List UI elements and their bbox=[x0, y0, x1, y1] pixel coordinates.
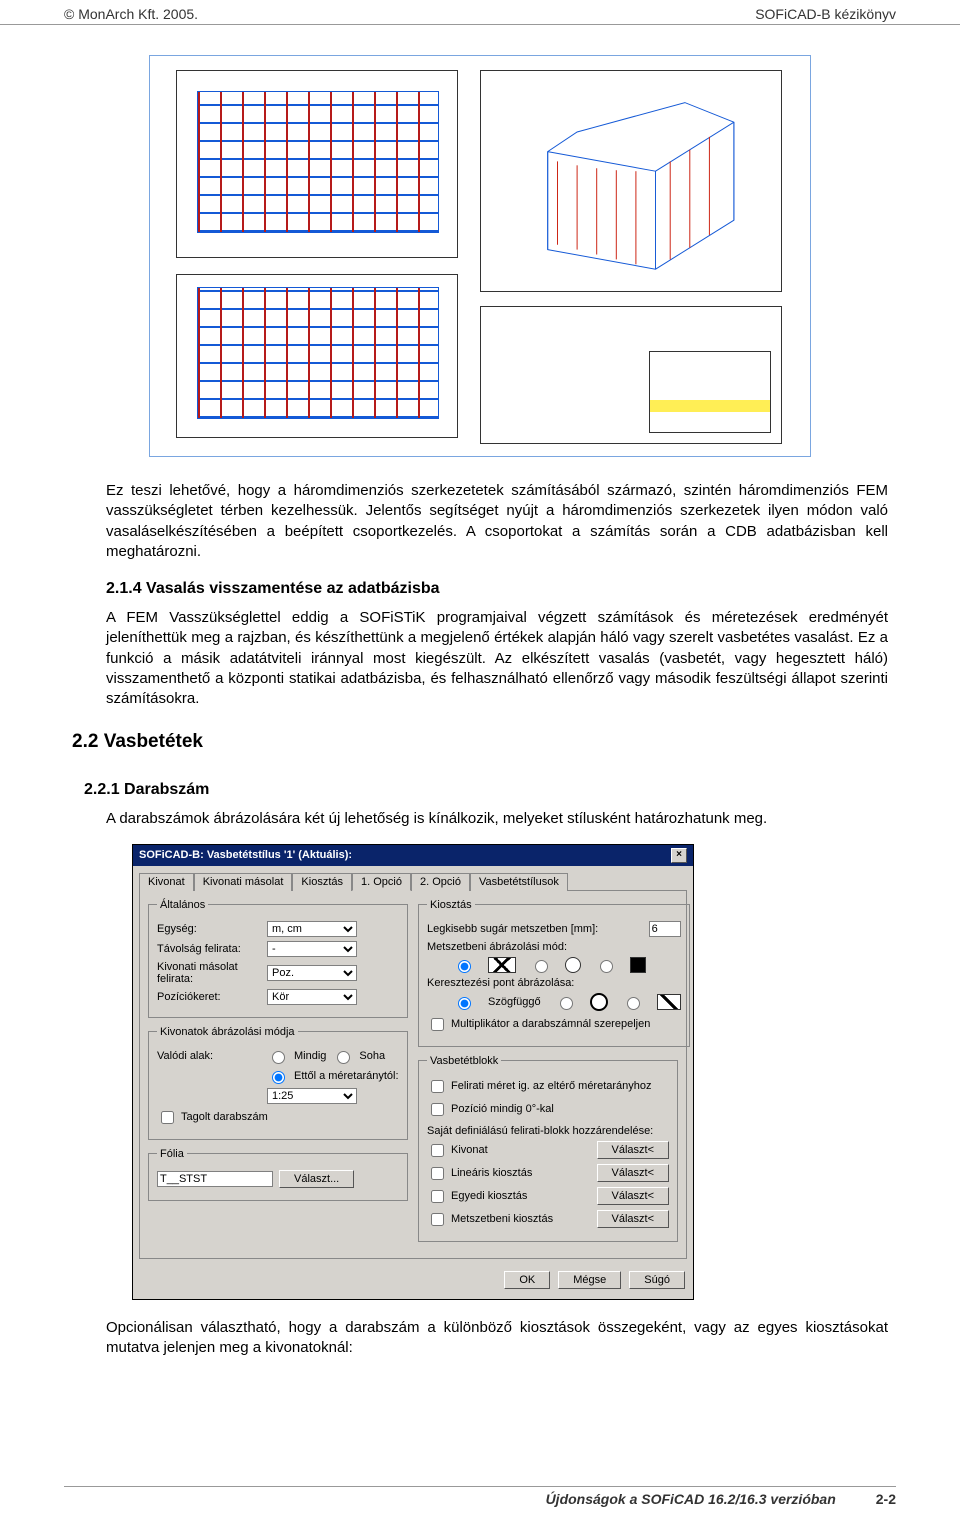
split-count-checkbox[interactable] bbox=[161, 1111, 174, 1124]
page-number: 2-2 bbox=[876, 1491, 896, 1507]
assign-kivonat-checkbox[interactable] bbox=[431, 1144, 444, 1157]
paragraph-2-1-4: A FEM Vasszükséglettel eddig a SOFiSTiK … bbox=[106, 608, 888, 709]
sectmode-radio-1[interactable] bbox=[458, 960, 471, 973]
style-dialog: SOFiCAD-B: Vasbetétstílus '1' (Aktuális)… bbox=[132, 844, 694, 1300]
copy-label-select[interactable]: Poz. bbox=[267, 965, 357, 981]
sectmode-radio-3[interactable] bbox=[600, 960, 613, 973]
position-frame-select[interactable]: Kör bbox=[267, 989, 357, 1005]
help-button[interactable]: Súgó bbox=[629, 1271, 685, 1289]
unit-select[interactable]: m, cm bbox=[267, 921, 357, 937]
tab-opcio-1[interactable]: 1. Opció bbox=[352, 873, 411, 891]
tab-kivonati-masolat[interactable]: Kivonati másolat bbox=[194, 873, 293, 891]
fieldset-kiosztas: Kiosztás Legkisebb sugár metszetben [mm]… bbox=[418, 899, 690, 1047]
ok-button[interactable]: OK bbox=[504, 1271, 550, 1289]
folia-input[interactable] bbox=[157, 1171, 273, 1187]
multiplicator-checkbox[interactable] bbox=[431, 1018, 444, 1031]
fieldset-folia: Fólia Választ... bbox=[148, 1148, 408, 1201]
paragraph-2-2-1: A darabszámok ábrázolására két új lehető… bbox=[106, 809, 888, 829]
title-block bbox=[649, 351, 771, 433]
page-header: © MonArch Kft. 2005. SOFiCAD-B kézikönyv bbox=[0, 0, 960, 25]
ring-icon bbox=[590, 993, 608, 1011]
dialog-tabs: Kivonat Kivonati másolat Kiosztás 1. Opc… bbox=[133, 866, 693, 890]
select-button-section[interactable]: Választ< bbox=[597, 1210, 670, 1228]
assign-section-checkbox[interactable] bbox=[431, 1213, 444, 1226]
crosspoint-radio-circle[interactable] bbox=[560, 997, 573, 1010]
circle-icon bbox=[565, 957, 581, 973]
fieldset-extract-mode: Kivonatok ábrázolási módja Valódi alak: … bbox=[148, 1026, 408, 1140]
min-radius-input[interactable] bbox=[649, 921, 681, 937]
distance-label-select[interactable]: - bbox=[267, 941, 357, 957]
folia-choose-button[interactable]: Választ... bbox=[279, 1170, 354, 1188]
select-button-kivonat[interactable]: Választ< bbox=[597, 1141, 670, 1159]
tab-kivonat[interactable]: Kivonat bbox=[139, 873, 194, 891]
sectmode-radio-2[interactable] bbox=[535, 960, 548, 973]
technical-drawing-figure bbox=[149, 55, 811, 457]
page-footer: Újdonságok a SOFiCAD 16.2/16.3 verzióban… bbox=[64, 1486, 896, 1507]
tab-opcio-2[interactable]: 2. Opció bbox=[411, 873, 470, 891]
heading-2-1-4: 2.1.4 Vasalás visszamentése az adatbázis… bbox=[106, 580, 888, 598]
crosspoint-radio-slash[interactable] bbox=[627, 997, 640, 1010]
tab-vasbetetstilusok[interactable]: Vasbetétstílusok bbox=[470, 873, 568, 891]
iso-wireframe-icon bbox=[505, 83, 757, 279]
slash-icon bbox=[657, 994, 681, 1010]
fieldset-general: Általános Egység: m, cm Távolság felirat… bbox=[148, 899, 408, 1018]
cancel-button[interactable]: Mégse bbox=[558, 1271, 621, 1289]
real-radio-from-scale[interactable] bbox=[272, 1071, 285, 1084]
heading-2-2: 2.2 Vasbetétek bbox=[72, 731, 888, 753]
crosspoint-radio-angle[interactable] bbox=[458, 997, 471, 1010]
real-radio-always[interactable] bbox=[272, 1051, 285, 1064]
close-icon[interactable]: × bbox=[671, 848, 687, 863]
header-right: SOFiCAD-B kézikönyv bbox=[755, 6, 896, 22]
filled-square-icon bbox=[630, 957, 646, 973]
paragraph-intro: Ez teszi lehetővé, hogy a háromdimenziós… bbox=[106, 481, 888, 562]
assign-linear-checkbox[interactable] bbox=[431, 1167, 444, 1180]
select-button-linear[interactable]: Választ< bbox=[597, 1164, 670, 1182]
select-button-single[interactable]: Választ< bbox=[597, 1187, 670, 1205]
footer-text: Újdonságok a SOFiCAD 16.2/16.3 verzióban bbox=[546, 1491, 836, 1507]
scale-select[interactable]: 1:25 bbox=[267, 1088, 357, 1104]
crossed-rect-icon bbox=[488, 957, 516, 973]
paragraph-after-dialog: Opcionálisan választható, hogy a darabsz… bbox=[106, 1318, 888, 1359]
dialog-title: SOFiCAD-B: Vasbetétstílus '1' (Aktuális)… bbox=[139, 849, 352, 861]
fieldset-vasbetetblokk: Vasbetétblokk Felirati méret ig. az elté… bbox=[418, 1055, 678, 1242]
caption-size-checkbox[interactable] bbox=[431, 1080, 444, 1093]
tab-kiosztas[interactable]: Kiosztás bbox=[292, 873, 352, 891]
heading-2-2-1: 2.2.1 Darabszám bbox=[84, 781, 888, 799]
assign-single-checkbox[interactable] bbox=[431, 1190, 444, 1203]
pos-zero-checkbox[interactable] bbox=[431, 1103, 444, 1116]
header-left: © MonArch Kft. 2005. bbox=[64, 6, 198, 22]
real-radio-never[interactable] bbox=[337, 1051, 350, 1064]
